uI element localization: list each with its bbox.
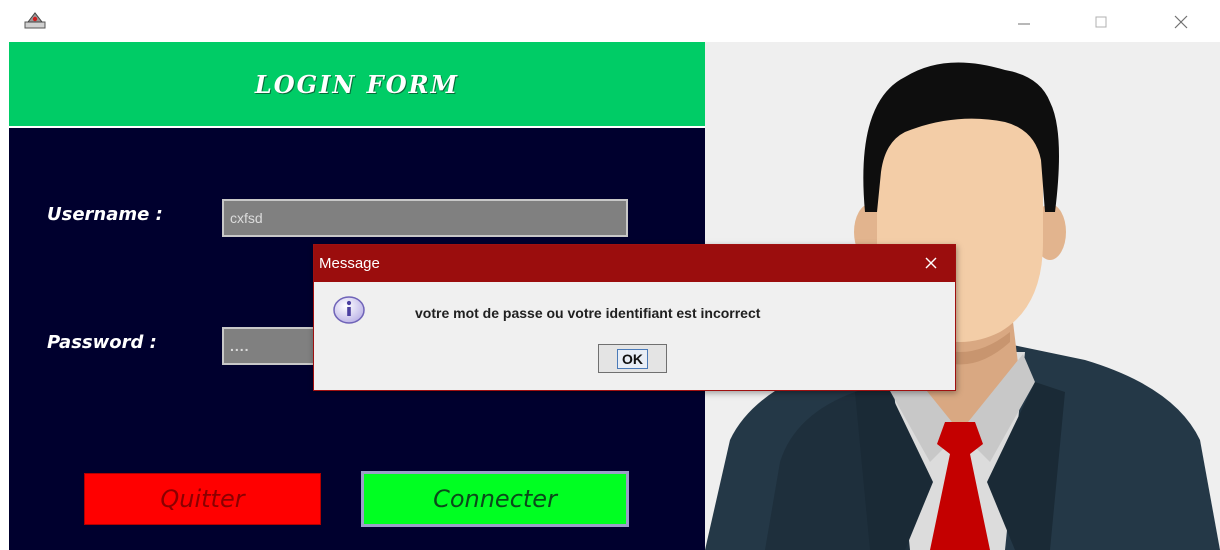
ok-button[interactable]: OK [598,344,667,373]
window-close-button[interactable] [1161,8,1201,36]
minimize-button[interactable] [1004,8,1044,36]
form-title: LOGIN FORM [254,69,460,99]
username-label: Username : [47,204,163,225]
dialog-close-button[interactable] [914,249,948,277]
connect-button[interactable]: Connecter [361,471,629,527]
dialog-titlebar: Message [314,245,955,282]
java-cup-icon [24,10,46,30]
form-header: LOGIN FORM [9,42,705,126]
close-icon [1174,15,1188,29]
dialog-title: Message [319,255,380,272]
minimize-icon [1018,23,1030,25]
error-message-dialog: Message votre mot de passe ou votre iden… [313,244,956,391]
username-input[interactable]: cxfsd [222,199,628,237]
info-icon [332,295,366,325]
ok-button-label: OK [617,348,648,369]
header-divider [9,126,705,128]
close-icon [925,257,937,269]
quit-button[interactable]: Quitter [84,473,321,525]
password-label: Password : [47,332,157,353]
dialog-message: votre mot de passe ou votre identifiant … [415,305,761,321]
maximize-button[interactable] [1081,8,1121,36]
maximize-icon [1095,16,1107,28]
window-titlebar [0,0,1220,42]
